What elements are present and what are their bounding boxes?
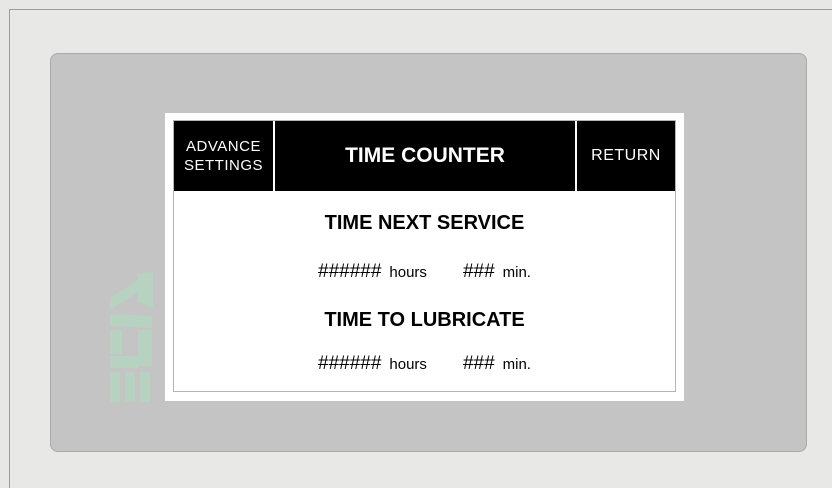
service-hours-unit: hours <box>389 264 427 281</box>
brand-logo-icon <box>110 272 153 402</box>
lubricate-min-unit: min. <box>502 356 531 373</box>
return-button[interactable]: RETURN <box>575 121 675 191</box>
lubricate-min-value: ### <box>462 353 495 374</box>
time-to-lubricate-reading: ###### hours ### min. <box>174 353 675 375</box>
header-bar: ADVANCE SETTINGS TIME COUNTER RETURN <box>174 121 675 191</box>
lcd-screen: ADVANCE SETTINGS TIME COUNTER RETURN TIM… <box>165 113 684 401</box>
screen-content: ADVANCE SETTINGS TIME COUNTER RETURN TIM… <box>173 120 676 392</box>
lubricate-hours-value: ###### <box>318 353 382 374</box>
advance-settings-label-line2: SETTINGS <box>183 157 263 174</box>
service-min-unit: min. <box>502 264 531 281</box>
service-min-value: ### <box>462 261 495 282</box>
page-title: TIME COUNTER <box>345 144 505 167</box>
service-hours-value: ###### <box>318 261 382 282</box>
advance-settings-button[interactable]: ADVANCE SETTINGS <box>174 121 275 191</box>
time-next-service-reading: ###### hours ### min. <box>174 261 675 283</box>
time-next-service-title: TIME NEXT SERVICE <box>324 212 525 234</box>
lubricate-hours-unit: hours <box>389 356 427 373</box>
time-to-lubricate-title: TIME TO LUBRICATE <box>324 309 525 331</box>
advance-settings-label-line1: ADVANCE <box>186 138 261 155</box>
